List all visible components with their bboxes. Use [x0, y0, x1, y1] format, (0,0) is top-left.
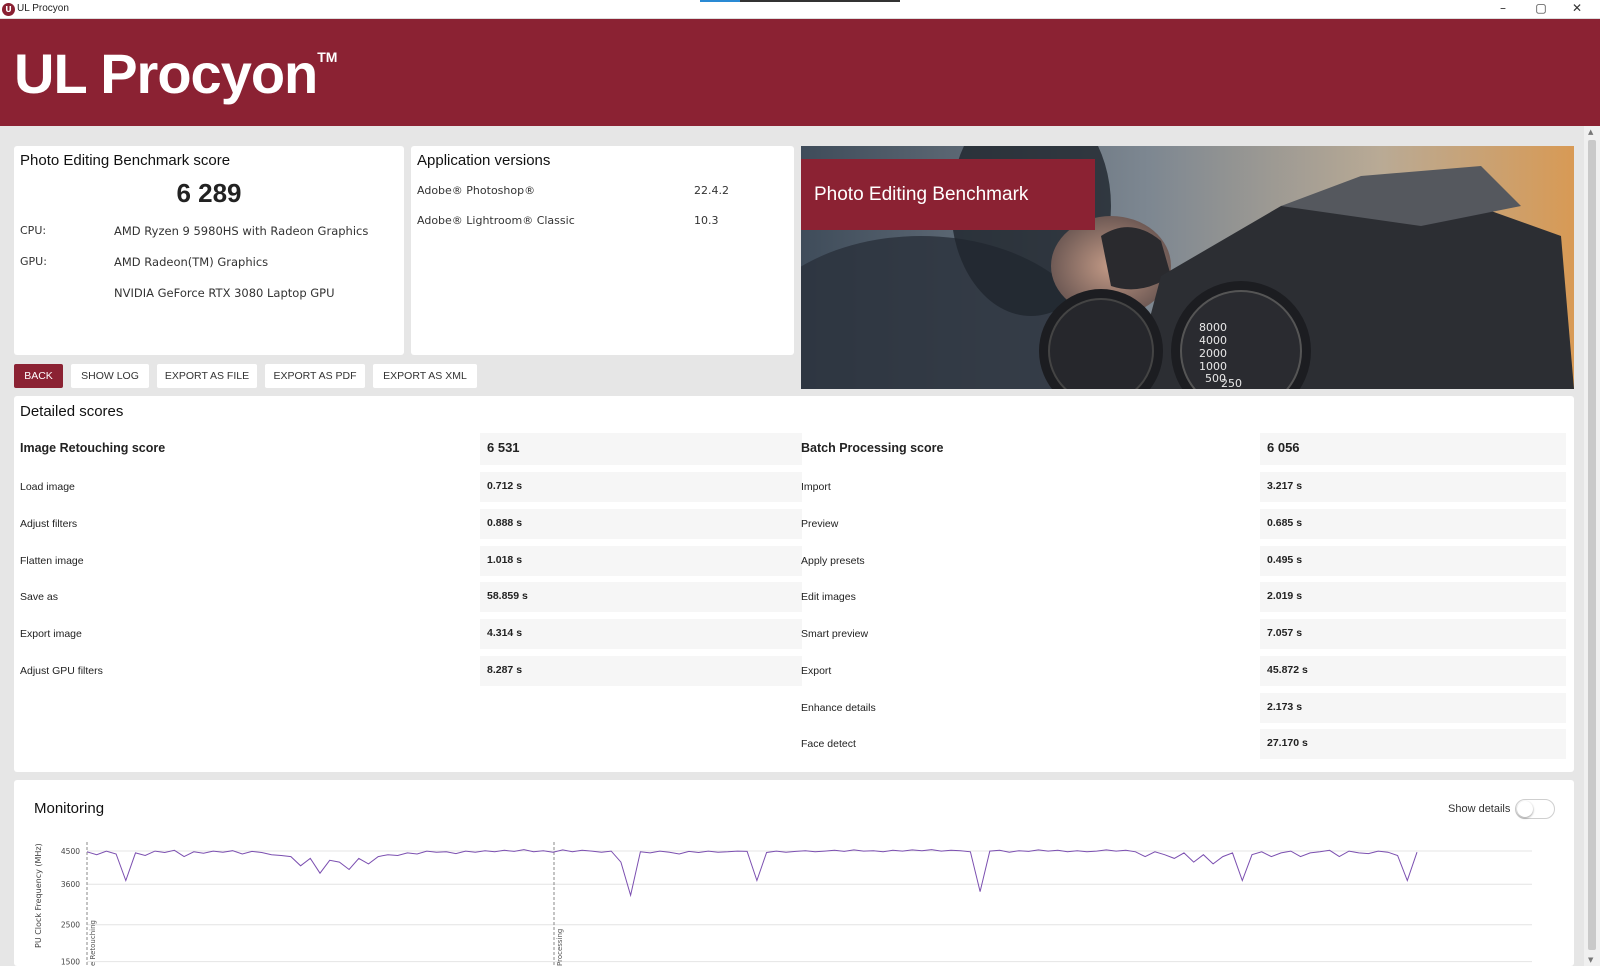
- application-versions-card: Application versions Adobe® Photoshop® 2…: [411, 146, 794, 355]
- toggle-knob: [1517, 801, 1533, 817]
- export-xml-button[interactable]: EXPORT AS XML: [373, 364, 477, 388]
- brand-logo: UL ProcyonTM: [14, 41, 337, 106]
- retouch-row-label: Save as: [20, 591, 58, 603]
- vertical-scrollbar[interactable]: ▲ ▼: [1584, 126, 1600, 966]
- detailed-scores-title: Detailed scores: [20, 403, 124, 420]
- chart-y-tick-label: 1500: [61, 958, 80, 966]
- window-titlebar: U UL Procyon – ▢ ✕: [0, 0, 1600, 19]
- retouch-row-value: 58.859 s: [480, 582, 802, 612]
- batch-row-value: 3.217 s: [1260, 472, 1566, 502]
- batch-row-value: 45.872 s: [1260, 656, 1566, 686]
- dial-number: 4000: [1199, 334, 1227, 347]
- batch-row-label: Smart preview: [801, 628, 869, 640]
- batch-row-value: 0.685 s: [1260, 509, 1566, 539]
- batch-row-value: 27.170 s: [1260, 729, 1566, 759]
- scroll-up-icon[interactable]: ▲: [1588, 128, 1593, 136]
- score-card-title: Photo Editing Benchmark score: [20, 152, 231, 169]
- overall-score: 6 289: [176, 178, 242, 208]
- chart-y-tick-label: 3600: [61, 880, 80, 889]
- batch-row-label: Face detect: [801, 738, 856, 750]
- batch-row-label: Import: [801, 481, 831, 493]
- dial-number: 2000: [1199, 347, 1227, 360]
- retouch-row-label: Load image: [20, 481, 75, 493]
- gpu-label: GPU:: [20, 255, 47, 268]
- monitoring-title: Monitoring: [34, 800, 105, 817]
- export-file-button[interactable]: EXPORT AS FILE: [157, 364, 257, 388]
- monitoring-chart: PU Clock Frequency (MHz) 4500 3600 2500 150…: [34, 842, 1532, 966]
- back-button[interactable]: BACK: [14, 364, 63, 388]
- phase-marker-label: e Retouching: [89, 920, 97, 966]
- batch-processing-label: Batch Processing score: [801, 441, 944, 455]
- app-version-lightroom: 10.3: [694, 214, 719, 227]
- app-version-photoshop: 22.4.2: [694, 184, 729, 197]
- export-pdf-button[interactable]: EXPORT AS PDF: [265, 364, 365, 388]
- cpu-value: AMD Ryzen 9 5980HS with Radeon Graphics: [114, 224, 369, 238]
- batch-row-label: Enhance details: [801, 702, 876, 714]
- gpu-value-2: NVIDIA GeForce RTX 3080 Laptop GPU: [114, 286, 335, 300]
- batch-row-value: 7.057 s: [1260, 619, 1566, 649]
- phase-marker-label: Processing: [556, 929, 564, 966]
- retouch-row-label: Export image: [20, 628, 82, 640]
- show-details-label: Show details: [1448, 803, 1511, 815]
- taskbar-progress: [700, 0, 900, 2]
- app-header: UL ProcyonTM: [0, 19, 1600, 126]
- cpu-label: CPU:: [20, 224, 47, 237]
- trademark: TM: [317, 49, 338, 65]
- brand-name: UL Procyon: [14, 42, 318, 105]
- scroll-down-icon[interactable]: ▼: [1588, 956, 1593, 964]
- batch-processing-score: 6 056: [1260, 433, 1566, 465]
- app-logo-icon: U: [2, 3, 15, 16]
- hero-label-banner: Photo Editing Benchmark: [801, 159, 1095, 230]
- retouch-row-value: 0.712 s: [480, 472, 802, 502]
- retouch-row-value: 0.888 s: [480, 509, 802, 539]
- monitoring-card: Monitoring Show details PU Clock Frequen…: [14, 780, 1574, 966]
- dial-number: 8000: [1199, 321, 1227, 334]
- chart-y-axis-label: PU Clock Frequency (MHz): [34, 843, 43, 948]
- chart-series-line: [86, 849, 1418, 898]
- retouch-row-label: Adjust GPU filters: [20, 665, 103, 677]
- benchmark-score-card: Photo Editing Benchmark score 6 289 CPU:…: [14, 146, 404, 355]
- hero-label-text: Photo Editing Benchmark: [814, 184, 1029, 205]
- window-title: UL Procyon: [17, 3, 69, 14]
- retouch-row-label: Adjust filters: [20, 518, 78, 530]
- close-button[interactable]: ✕: [1554, 0, 1600, 19]
- versions-card-title: Application versions: [417, 152, 551, 169]
- detailed-scores-card: Detailed scores Image Retouching score 6…: [14, 396, 1574, 772]
- image-retouching-score: 6 531: [480, 433, 802, 465]
- chart-y-tick-label: 4500: [61, 847, 80, 856]
- show-log-button[interactable]: SHOW LOG: [71, 364, 149, 388]
- retouch-row-value: 4.314 s: [480, 619, 802, 649]
- batch-row-value: 2.173 s: [1260, 693, 1566, 723]
- dial-number: 250: [1221, 377, 1242, 389]
- chart-y-tick-label: 2500: [61, 921, 80, 930]
- batch-row-label: Export: [801, 665, 832, 677]
- batch-row-value: 2.019 s: [1260, 582, 1566, 612]
- retouch-row-value: 1.018 s: [480, 546, 802, 576]
- retouch-row-value: 8.287 s: [480, 656, 802, 686]
- benchmark-hero-image: 8000 4000 2000 1000 500 250 Photo Editin…: [801, 146, 1574, 389]
- scrollbar-thumb[interactable]: [1588, 140, 1596, 950]
- show-details-toggle[interactable]: [1515, 799, 1555, 819]
- image-retouching-label: Image Retouching score: [20, 441, 166, 455]
- retouch-row-label: Flatten image: [20, 555, 84, 567]
- app-name-lightroom: Adobe® Lightroom® Classic: [417, 214, 575, 227]
- batch-row-label: Edit images: [801, 591, 856, 603]
- batch-row-label: Apply presets: [801, 555, 865, 567]
- gpu-value-1: AMD Radeon(TM) Graphics: [114, 255, 269, 269]
- batch-row-label: Preview: [801, 518, 839, 530]
- batch-row-value: 0.495 s: [1260, 546, 1566, 576]
- app-name-photoshop: Adobe® Photoshop®: [417, 184, 536, 197]
